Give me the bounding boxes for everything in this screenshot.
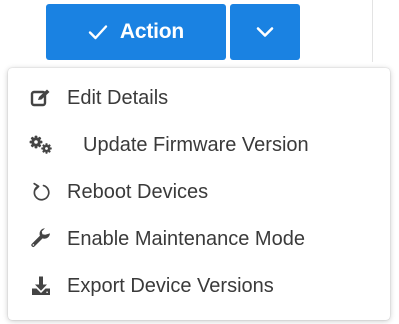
- menu-item-enable-maintenance[interactable]: Enable Maintenance Mode: [8, 216, 390, 262]
- download-icon: [28, 273, 54, 299]
- edit-icon: [28, 85, 54, 111]
- menu-item-label: Edit Details: [67, 86, 169, 109]
- action-button-label: Action: [119, 20, 185, 43]
- menu-item-label: Reboot Devices: [67, 180, 209, 203]
- action-button[interactable]: Action: [46, 4, 226, 60]
- menu-item-label: Enable Maintenance Mode: [67, 227, 305, 250]
- menu-item-export-versions[interactable]: Export Device Versions: [8, 263, 390, 309]
- wrench-icon: [28, 226, 54, 252]
- action-dropdown-toggle[interactable]: [230, 4, 300, 60]
- menu-item-update-firmware[interactable]: Update Firmware Version: [8, 122, 390, 168]
- menu-item-reboot-devices[interactable]: Reboot Devices: [8, 169, 390, 215]
- check-icon: [88, 24, 108, 40]
- menu-item-edit-details[interactable]: Edit Details: [8, 75, 390, 121]
- action-dropdown-menu: Edit Details Update Firmware Version Reb…: [8, 68, 390, 320]
- menu-item-label: Update Firmware Version: [83, 133, 309, 156]
- chevron-down-icon: [255, 26, 275, 38]
- divider: [372, 0, 373, 62]
- menu-item-label: Export Device Versions: [67, 274, 274, 297]
- undo-icon: [28, 179, 54, 205]
- stage: Action Edit Details Update Firmware Vers…: [0, 0, 399, 324]
- action-button-group: Action: [46, 4, 300, 60]
- gears-icon: [28, 132, 54, 158]
